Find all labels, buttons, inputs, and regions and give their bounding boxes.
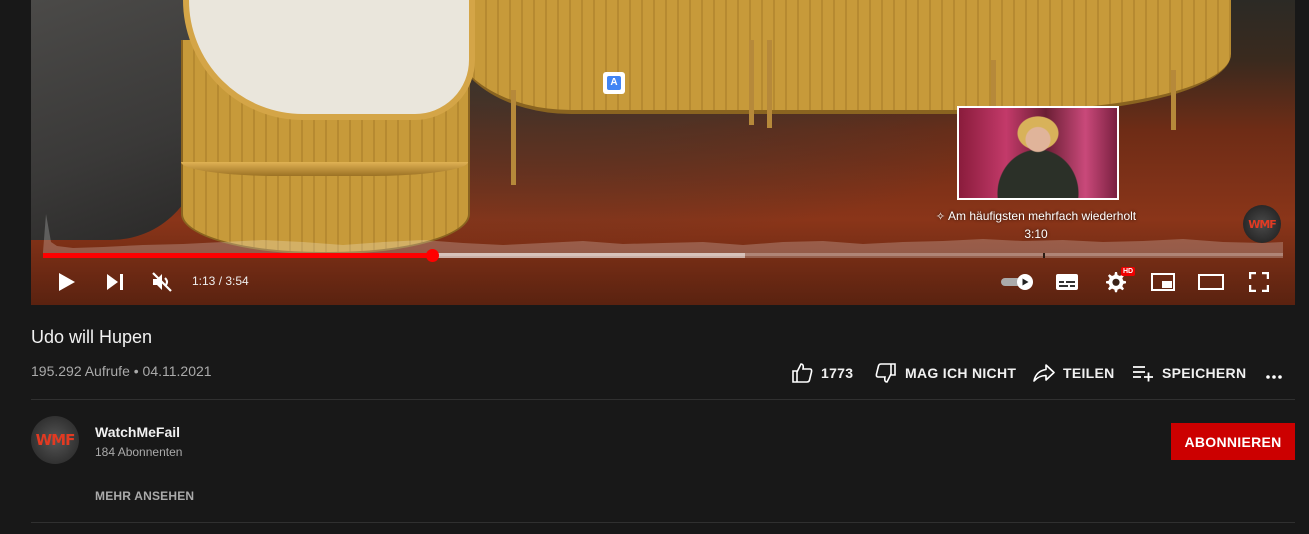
- progress-played: [43, 253, 433, 258]
- next-icon: [107, 274, 123, 290]
- player-controls: 1:13 / 3:54 HD: [31, 262, 1295, 302]
- theater-mode-button[interactable]: [1197, 268, 1225, 296]
- thumbs-down-icon: [875, 363, 896, 383]
- mute-button[interactable]: [148, 268, 176, 296]
- translate-icon[interactable]: A: [603, 72, 625, 94]
- play-button[interactable]: [53, 268, 81, 296]
- video-frame-couch: [31, 0, 201, 240]
- section-divider: [31, 522, 1295, 523]
- subscribe-button[interactable]: ABONNIEREN: [1171, 423, 1295, 460]
- more-horizontal-icon: [1266, 375, 1282, 379]
- dislike-button[interactable]: MAG ICH NICHT: [875, 360, 1016, 386]
- chapter-gap: [1043, 253, 1045, 258]
- show-more-button[interactable]: MEHR ANSEHEN: [95, 489, 194, 503]
- fullscreen-button[interactable]: [1245, 268, 1273, 296]
- translate-badge-letter: A: [607, 76, 621, 90]
- thumbs-up-icon: [792, 363, 813, 383]
- miniplayer-icon: [1151, 273, 1175, 291]
- watermark-text: WMF: [1248, 217, 1277, 231]
- save-button[interactable]: SPEICHERN: [1132, 360, 1246, 386]
- storyboard-preview-thumbnail: [957, 106, 1119, 200]
- video-frame-leg: [1171, 70, 1176, 130]
- share-icon: [1033, 364, 1055, 382]
- play-icon: [59, 273, 75, 291]
- miniplayer-button[interactable]: [1149, 268, 1177, 296]
- subtitles-button[interactable]: [1053, 268, 1081, 296]
- share-button[interactable]: TEILEN: [1033, 360, 1115, 386]
- most-replayed-heatmap: [43, 214, 1283, 256]
- settings-button[interactable]: HD: [1101, 267, 1136, 296]
- section-divider: [31, 399, 1295, 400]
- channel-watermark[interactable]: WMF: [1243, 205, 1281, 243]
- theater-icon: [1198, 274, 1224, 290]
- channel-name[interactable]: WatchMeFail: [95, 424, 180, 440]
- progress-scrubber[interactable]: [426, 249, 440, 262]
- video-frame-leg: [511, 90, 516, 185]
- share-label: TEILEN: [1063, 365, 1115, 381]
- dislike-label: MAG ICH NICHT: [905, 365, 1017, 381]
- video-title: Udo will Hupen: [31, 327, 153, 347]
- autoplay-toggle[interactable]: [997, 268, 1037, 296]
- video-frame-leg: [767, 40, 772, 128]
- time-display: 1:13 / 3:54: [192, 274, 249, 288]
- avatar-text: WMF: [35, 431, 76, 449]
- mute-icon: [152, 272, 172, 292]
- subscriber-count: 184 Abonnenten: [95, 445, 183, 459]
- subtitles-icon: [1056, 274, 1078, 290]
- fullscreen-icon: [1249, 272, 1269, 292]
- playlist-add-icon: [1133, 366, 1153, 382]
- video-frame-leg: [749, 40, 754, 125]
- more-actions-button[interactable]: [1264, 360, 1284, 386]
- avatar[interactable]: WMF: [31, 416, 79, 464]
- video-frame-bench: [451, 0, 1231, 114]
- hd-badge: HD: [1121, 267, 1136, 276]
- progress-bar[interactable]: [43, 249, 1283, 262]
- view-count-date: 195.292 Aufrufe • 04.11.2021: [31, 363, 212, 379]
- next-button[interactable]: [101, 268, 129, 296]
- autoplay-toggle-icon: [1001, 274, 1033, 290]
- video-player[interactable]: A ✧ Am häufigsten mehrfach wiederholt 3:1…: [31, 0, 1295, 305]
- like-count: 1773: [821, 365, 854, 381]
- save-label: SPEICHERN: [1162, 365, 1247, 381]
- like-button[interactable]: 1773: [791, 360, 853, 386]
